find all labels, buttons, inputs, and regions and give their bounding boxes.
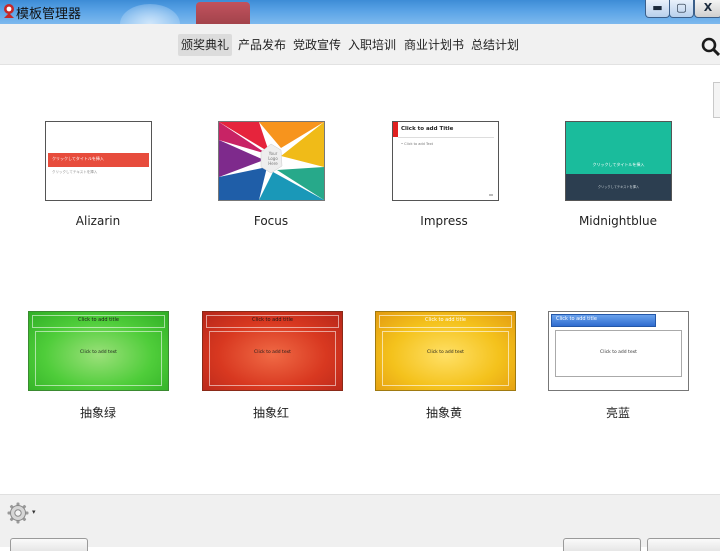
category-bar: 颁奖典礼 产品发布 党政宣传 入职培训 商业计划书 总结计划 <box>0 24 720 65</box>
body-frame <box>35 331 162 386</box>
app-logo-icon <box>4 4 14 18</box>
template-name: 抽象红 <box>252 406 289 420</box>
footer-button-open[interactable] <box>563 538 641 551</box>
tab-category-5[interactable]: 商业计划书 <box>401 34 467 56</box>
title-bar: 模板管理器 ▬ ▢ X <box>0 0 720 24</box>
template-name: Midnightblue <box>578 214 658 228</box>
minimize-button[interactable]: ▬ <box>645 0 670 18</box>
thumb-body: Click to add text <box>600 350 637 355</box>
template-thumbnail[interactable]: Click to add title Click to add text <box>202 311 343 391</box>
thumb-body: Click to add text <box>254 350 291 355</box>
thumb-subtitle: クリックしてテキストを挿入 <box>597 185 640 189</box>
maximize-button[interactable]: ▢ <box>669 0 694 18</box>
template-thumbnail[interactable]: Click to add title Click to add text <box>28 311 169 391</box>
chevron-down-icon[interactable]: ▾ <box>32 508 36 516</box>
tab-category-2[interactable]: 产品发布 <box>235 34 289 56</box>
thumb-logo-text: Your Logo Here <box>262 151 284 166</box>
template-name: Impress <box>420 214 468 228</box>
body-frame <box>382 331 509 386</box>
thumb-title: Click to add title <box>556 316 597 322</box>
search-icon[interactable] <box>701 37 720 56</box>
thumb-title: Click to add Title <box>401 126 454 132</box>
thumb-title: Click to add title <box>78 317 119 323</box>
template-thumbnail[interactable]: Click to add title Click to add text <box>375 311 516 391</box>
logo-line: Here <box>268 161 278 166</box>
template-thumbnail[interactable]: Click to add title Click to add text <box>548 311 689 391</box>
template-name: 抽象黄 <box>425 406 462 420</box>
wallpaper-glow <box>196 2 250 24</box>
thumb-body: • Click to add Text <box>401 142 434 146</box>
wallpaper-glow <box>120 4 180 24</box>
divider <box>398 137 494 138</box>
tab-category-1[interactable]: 颁奖典礼 <box>178 34 233 56</box>
accent-bar <box>393 122 398 137</box>
template-name: Alizarin <box>75 214 121 228</box>
template-thumbnail[interactable]: クリックしてタイトルを挿入 クリックしてテキストを挿入 <box>565 121 672 201</box>
close-button[interactable]: X <box>694 0 720 18</box>
gear-icon[interactable] <box>7 502 29 524</box>
body-frame <box>209 331 336 386</box>
thumb-body: Click to add text <box>80 350 117 355</box>
tab-category-3[interactable]: 党政宣传 <box>290 34 344 56</box>
thumb-title: クリックしてタイトルを挿入 <box>592 162 645 167</box>
template-name: 抽象绿 <box>79 406 116 420</box>
thumb-title: Click to add title <box>425 317 466 323</box>
footer-button-left[interactable] <box>10 538 88 551</box>
side-panel-handle[interactable] <box>713 82 720 118</box>
thumb-title: Click to add title <box>252 317 293 323</box>
tab-category-4[interactable]: 入职培训 <box>345 34 399 56</box>
template-name: 亮蓝 <box>605 406 630 420</box>
template-name: Focus <box>253 214 289 228</box>
thumb-body: Click to add text <box>427 350 464 355</box>
template-thumbnail[interactable]: Click to add Title • Click to add Text <box>392 121 499 201</box>
tab-category-6[interactable]: 总结计划 <box>468 34 522 56</box>
template-thumbnail[interactable]: Your Logo Here <box>218 121 325 201</box>
window-title: 模板管理器 <box>16 7 82 22</box>
page-mark <box>489 194 493 196</box>
thumb-title: クリックしてタイトルを挿入 <box>52 156 104 161</box>
footer-button-close[interactable] <box>647 538 720 551</box>
template-thumbnail[interactable]: クリックしてタイトルを挿入 クリックしてテキストを挿入 <box>45 121 152 201</box>
thumb-subtitle: クリックしてテキストを挿入 <box>52 170 98 174</box>
